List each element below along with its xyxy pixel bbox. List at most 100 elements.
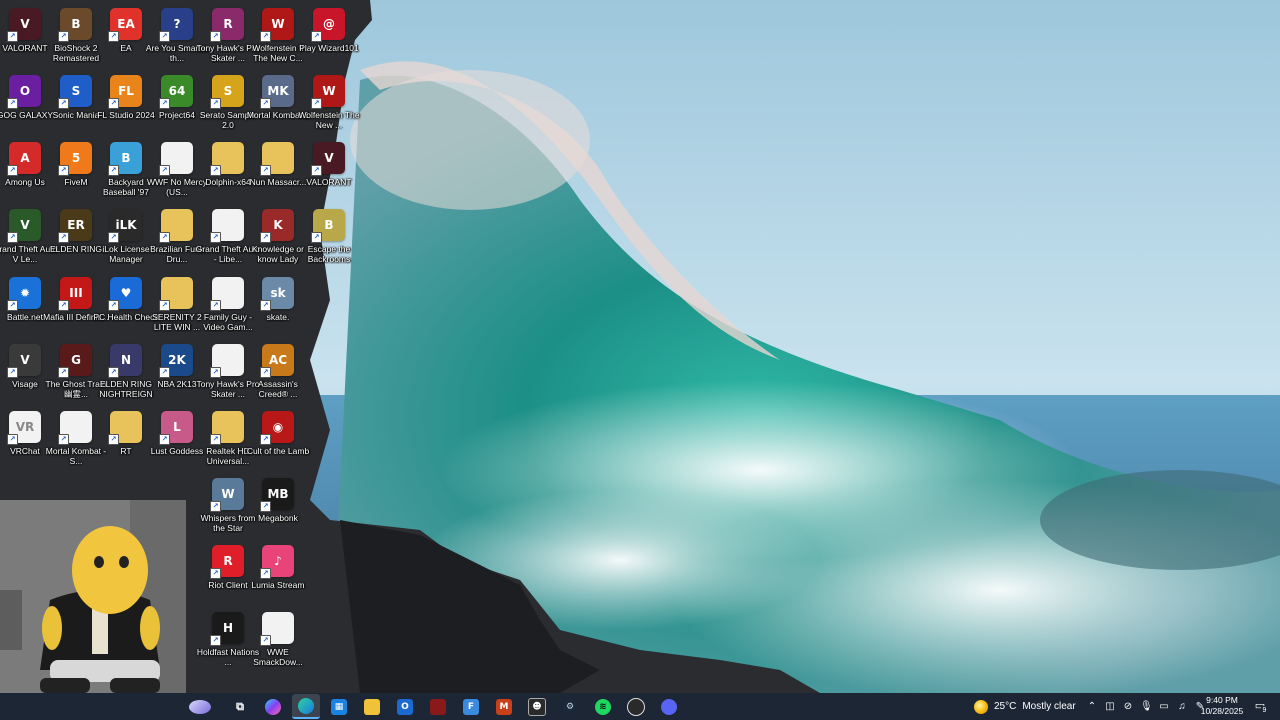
app-icon: K ↗	[260, 209, 294, 243]
app-icon: III ↗	[58, 277, 92, 311]
clock-time: 9:40 PM	[1206, 695, 1238, 705]
shortcut-arrow-icon: ↗	[311, 98, 322, 109]
desktop-icon[interactable]: ♪ ↗ Lumia Stream	[245, 541, 311, 605]
app-icon-glyph: B	[71, 17, 81, 31]
task-view-button[interactable]: ⧉	[226, 694, 254, 719]
app-icon-glyph: N	[120, 353, 132, 367]
shortcut-arrow-icon: ↗	[108, 367, 119, 378]
app-icon: H ↗	[210, 612, 244, 646]
taskbar: ⧉ ▦ O F M ☻ ⚙ ≋ 25°C Mostly clear ⌃ ◫ ⊘ …	[0, 693, 1280, 720]
desktop-icon[interactable]: B ↗ Escape the Backrooms	[296, 205, 362, 269]
taskbar-copilot[interactable]	[259, 694, 287, 719]
app-icon: ↗	[260, 142, 294, 176]
desktop-icon[interactable]: sk ↗ skate.	[245, 273, 311, 337]
desktop-icon[interactable]: ↗ WWE SmackDow...	[245, 608, 311, 672]
taskbar-outlook[interactable]: O	[391, 694, 419, 719]
app-icon-glyph: V	[324, 151, 334, 165]
taskbar-fall-guys[interactable]: F	[457, 694, 485, 719]
network-icon[interactable]: ▭	[1158, 701, 1170, 712]
app-icon: ↗	[210, 411, 244, 445]
taskbar-discord[interactable]	[655, 694, 683, 719]
task-view-icon: ⧉	[236, 699, 244, 713]
shortcut-arrow-icon: ↗	[311, 31, 322, 42]
app-icon-glyph: III	[69, 286, 83, 300]
app-icon: ER ↗	[58, 209, 92, 243]
start-button[interactable]	[186, 694, 214, 719]
shortcut-arrow-icon: ↗	[7, 300, 18, 311]
eye-off-icon[interactable]: ⊘	[1122, 701, 1134, 712]
app-icon: ♪ ↗	[260, 545, 294, 579]
app-icon: ↗	[210, 209, 244, 243]
taskbar-megabonk[interactable]: M	[490, 694, 518, 719]
shortcut-arrow-icon: ↗	[159, 232, 170, 243]
app-icon: A ↗	[7, 142, 41, 176]
app-icon-glyph: AC	[268, 353, 288, 367]
taskbar-edge[interactable]	[292, 694, 320, 719]
desktop-icon[interactable]: @ ↗ Play Wizard101	[296, 4, 362, 68]
clock-date: 10/28/2025	[1200, 706, 1244, 716]
app-icon: V ↗	[311, 142, 345, 176]
tray-app-icon[interactable]: ◫	[1104, 701, 1116, 712]
app-icon: 2K ↗	[159, 344, 193, 378]
taskbar-clock[interactable]: 9:40 PM 10/28/2025	[1196, 695, 1248, 717]
taskbar-file-explorer[interactable]	[358, 694, 386, 719]
app-icon-glyph: MK	[267, 84, 289, 98]
app-icon: S ↗	[210, 75, 244, 109]
app-icon: ✹ ↗	[7, 277, 41, 311]
taskbar-game-dark[interactable]: ☻	[523, 694, 551, 719]
app-icon: B ↗	[58, 8, 92, 42]
app-icon-glyph: 2K	[168, 353, 186, 367]
app-icon: R ↗	[210, 8, 244, 42]
app-icon-glyph: ◉	[272, 420, 284, 434]
app-icon-glyph: R	[223, 17, 233, 31]
app-icon: V ↗	[7, 209, 41, 243]
desktop-icon-label: Wolfenstein The New ...	[298, 110, 360, 130]
shortcut-arrow-icon: ↗	[58, 232, 69, 243]
app-icon-glyph: ♥	[120, 286, 132, 300]
shortcut-arrow-icon: ↗	[58, 31, 69, 42]
volume-icon[interactable]: ♫	[1176, 701, 1188, 712]
app-icon: W ↗	[210, 478, 244, 512]
desktop-icon[interactable]: MB ↗ Megabonk	[245, 474, 311, 538]
app-icon: O ↗	[7, 75, 41, 109]
desktop-icon[interactable]: AC ↗ Assassin's Creed® ...	[245, 340, 311, 404]
taskbar-app-red[interactable]	[424, 694, 452, 719]
app-icon: 64 ↗	[159, 75, 193, 109]
shortcut-arrow-icon: ↗	[7, 232, 18, 243]
weather-temperature: 25°C	[994, 701, 1017, 712]
taskbar-store[interactable]: ▦	[325, 694, 353, 719]
desktop-icon[interactable]: W ↗ Wolfenstein The New ...	[296, 71, 362, 135]
shortcut-arrow-icon: ↗	[7, 98, 18, 109]
notification-button[interactable]: ▭ 9	[1251, 697, 1269, 715]
weather-widget[interactable]: 25°C Mostly clear	[974, 693, 1076, 720]
app-icon-glyph: K	[273, 218, 283, 232]
desktop-icon-label: WWE SmackDow...	[253, 647, 303, 667]
desktop-icon[interactable]: ◉ ↗ Cult of the Lamb	[245, 407, 311, 471]
desktop-icon-label: Play Wizard101	[299, 43, 359, 53]
app-icon: ? ↗	[159, 8, 193, 42]
shortcut-arrow-icon: ↗	[159, 165, 170, 176]
shortcut-arrow-icon: ↗	[210, 367, 221, 378]
shortcut-arrow-icon: ↗	[7, 367, 18, 378]
app-icon: AC ↗	[260, 344, 294, 378]
app-icon: B ↗	[311, 209, 345, 243]
app-icon-glyph: ♪	[274, 554, 282, 568]
taskbar-steam[interactable]: ⚙	[556, 694, 584, 719]
shortcut-arrow-icon: ↗	[260, 367, 271, 378]
app-icon: ↗	[159, 209, 193, 243]
app-icon-glyph: R	[223, 554, 233, 568]
shortcut-arrow-icon: ↗	[210, 568, 221, 579]
taskbar-spotify[interactable]: ≋	[589, 694, 617, 719]
app-icon: FL ↗	[108, 75, 142, 109]
chevron-up-icon[interactable]: ⌃	[1086, 701, 1098, 712]
shortcut-arrow-icon: ↗	[58, 165, 69, 176]
copilot-icon	[265, 698, 281, 715]
shortcut-arrow-icon: ↗	[210, 31, 221, 42]
app-icon-glyph: V	[20, 353, 30, 367]
microphone-icon[interactable]: 🎙	[1140, 701, 1153, 712]
shortcut-arrow-icon: ↗	[108, 98, 119, 109]
desktop-icon[interactable]: V ↗ VALORANT	[296, 138, 362, 202]
taskbar-obs[interactable]	[622, 694, 650, 719]
app-icon: ↗	[210, 277, 244, 311]
app-icon: 5 ↗	[58, 142, 92, 176]
